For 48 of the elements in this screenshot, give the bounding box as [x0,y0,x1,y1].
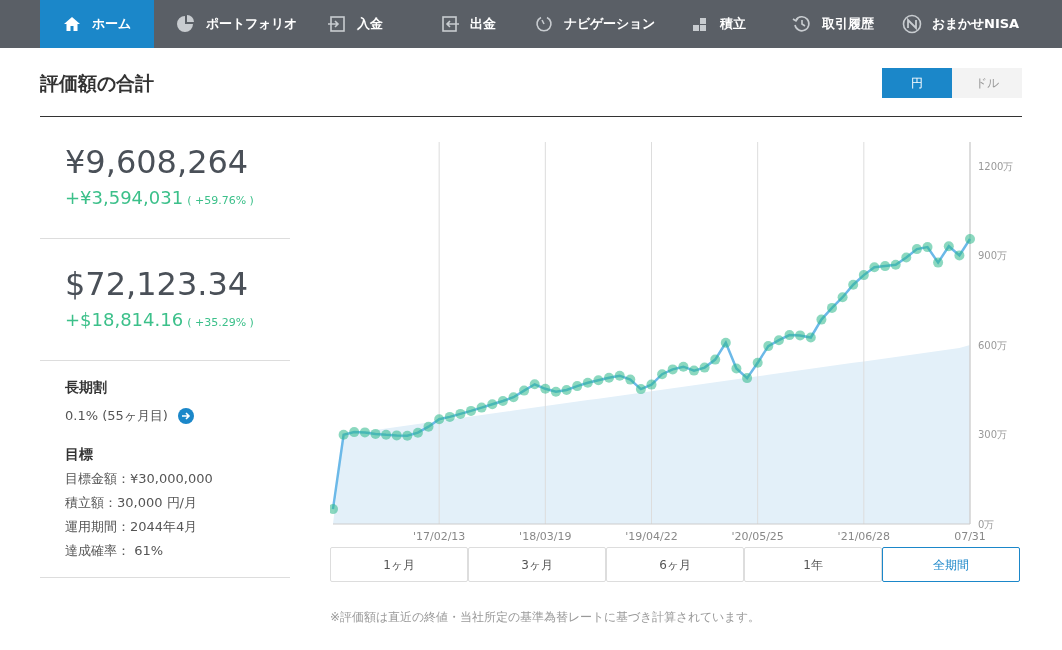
period-tab[interactable]: 全期間 [882,547,1020,582]
nav-tab[interactable]: ホーム [40,0,154,48]
goal-detail: 達成確率： 61% [65,541,165,560]
nav-tab[interactable]: おまかせNISA [880,0,1020,48]
period-tab[interactable]: 1ヶ月 [330,547,468,582]
axis-label: 0万 [978,519,995,530]
home-icon [62,14,82,34]
nav-tab[interactable]: 取引履歴 [770,0,880,48]
gain-percent: ( +35.29% ) [187,315,254,331]
goal-detail: 積立額：30,000 円/月 [65,493,198,512]
history-icon [792,14,812,34]
goal-detail: 運用期間：2044年4月 [65,517,199,536]
period-tab[interactable]: 1年 [744,547,882,582]
nav-tab[interactable]: 入金 [305,0,418,48]
goal-detail: 目標金額：¥30,000,000 [65,469,214,488]
gain-percent: ( +59.76% ) [187,193,254,209]
axis-label: '18/03/19 [519,530,572,542]
period-tab[interactable]: 6ヶ月 [606,547,744,582]
pie-chart-icon [176,14,196,34]
n-circle-icon [902,14,922,34]
total-value: ¥9,608,264 [65,142,250,182]
axis-label: 300万 [978,429,1008,441]
currency-toggle[interactable]: 円 [882,68,952,98]
gain-amount: +$18,814.16 [65,308,184,332]
arrow-right-icon[interactable] [177,407,194,424]
section-title: 目標 [65,444,94,464]
arrow-out-box-icon [440,14,460,34]
axis-label: '17/02/13 [412,530,466,542]
axis-label: '20/05/25 [731,530,784,542]
page-title: 評価額の合計 [40,70,154,96]
axis-label: 1200万 [978,160,1014,172]
nav-tab[interactable]: 積立 [668,0,770,48]
nav-tab[interactable]: ナビゲーション [512,0,668,48]
gauge-icon [534,14,554,34]
axis-label: '21/06/28 [837,530,891,542]
footnote: ※評価額は直近の終値・当社所定の基準為替レートに基づき計算されています。 [330,609,762,626]
nav-tab[interactable]: ポートフォリオ [154,0,305,48]
section-title: 長期割 [65,378,108,397]
axis-label: 07/31 [954,530,986,542]
total-value: $72,123.34 [65,264,250,304]
period-tab[interactable]: 3ヶ月 [468,547,606,582]
gain-amount: +¥3,594,031 [65,186,184,210]
axis-label: '19/04/22 [625,530,678,542]
nav-tab[interactable]: 出金 [418,0,512,48]
axis-label: 900万 [978,250,1008,262]
axis-label: 600万 [978,339,1008,351]
arrow-into-box-icon [327,14,347,34]
discount-rate: 0.1% (55ヶ月目) [65,407,168,425]
